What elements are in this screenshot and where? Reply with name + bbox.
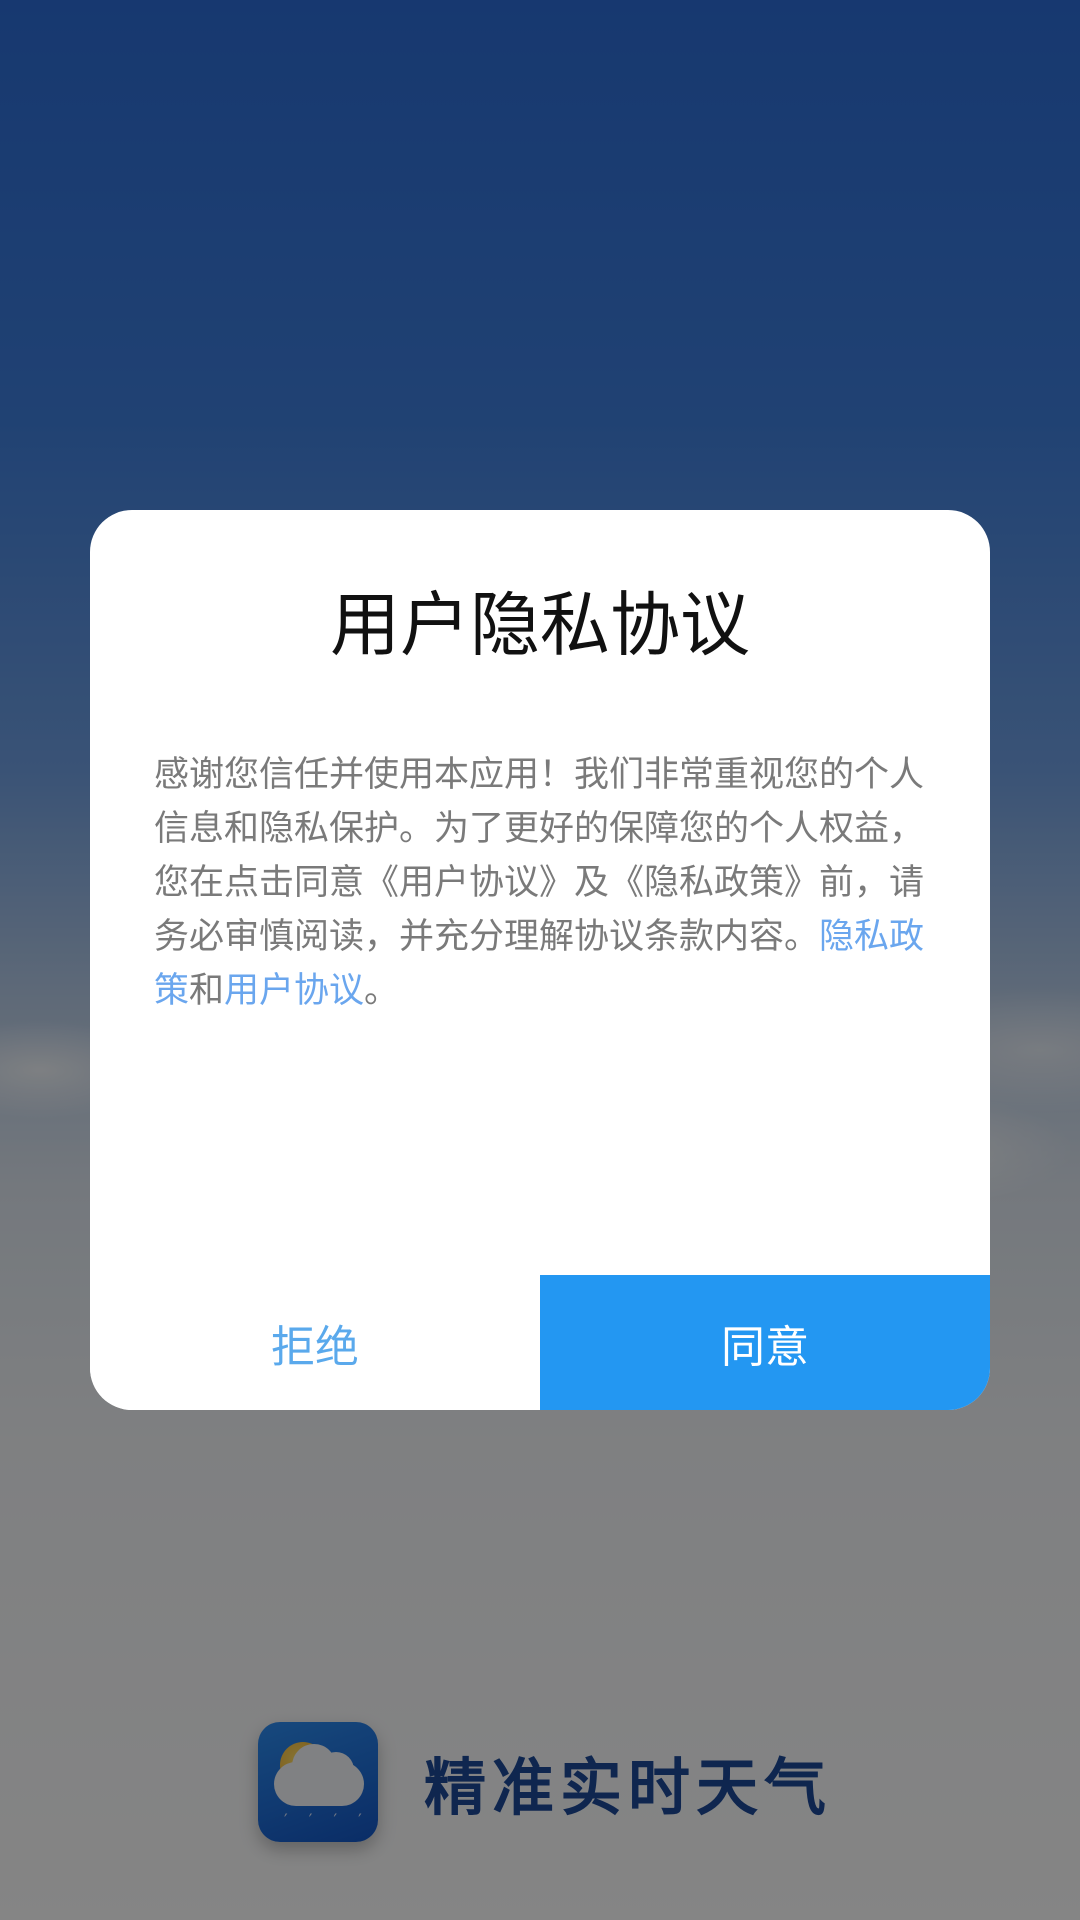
user-agreement-link[interactable]: 用户协议 [224, 971, 364, 1011]
dialog-body-end: 。 [364, 971, 400, 1011]
app-screen: ′ ′ ′ ′ 精准实时天气 用户隐私协议 感谢您信任并使用本应用！我们非常重视… [0, 0, 1080, 1920]
privacy-dialog: 用户隐私协议 感谢您信任并使用本应用！我们非常重视您的个人信息和隐私保护。为了更… [90, 510, 990, 1410]
dialog-body: 感谢您信任并使用本应用！我们非常重视您的个人信息和隐私保护。为了更好的保障您的个… [154, 748, 926, 1018]
agree-button[interactable]: 同意 [540, 1275, 990, 1410]
dialog-body-connector: 和 [189, 971, 225, 1011]
reject-button[interactable]: 拒绝 [90, 1275, 540, 1410]
dialog-body-text: 感谢您信任并使用本应用！我们非常重视您的个人信息和隐私保护。为了更好的保障您的个… [154, 755, 925, 957]
dialog-button-row: 拒绝 同意 [90, 1275, 990, 1410]
dialog-title: 用户隐私协议 [330, 584, 750, 666]
